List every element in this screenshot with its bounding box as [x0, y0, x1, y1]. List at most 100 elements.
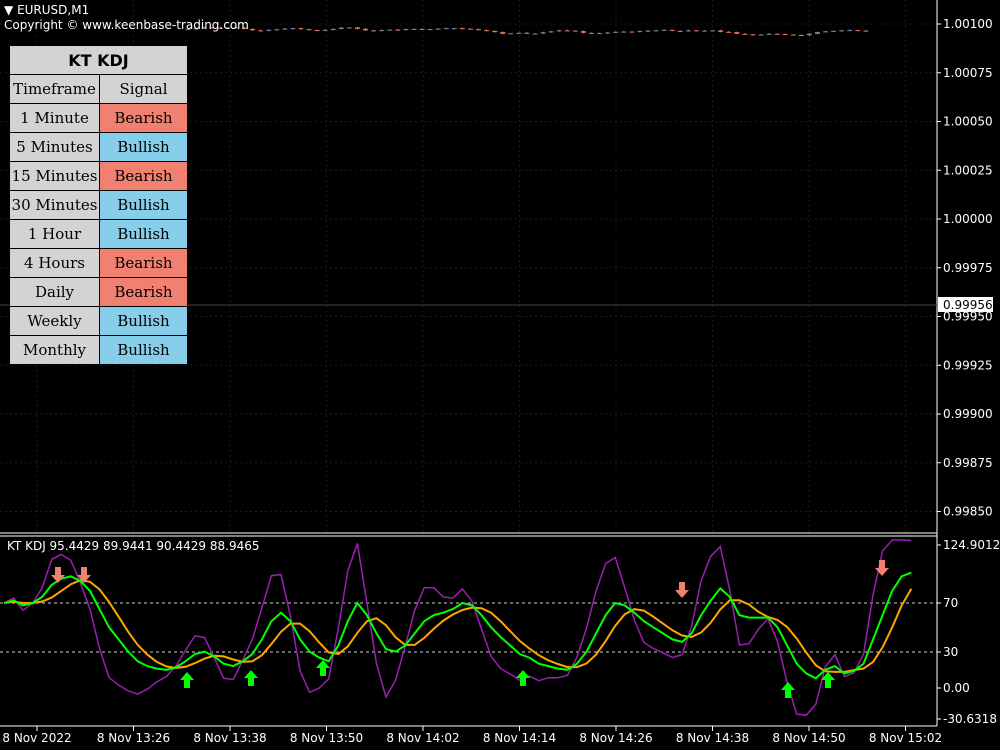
timeframe-cell: 1 Hour [9, 219, 100, 249]
candle-body [282, 28, 288, 30]
current-price-label: 0.99956 [943, 298, 993, 312]
chevron-down-icon[interactable]: ▼ [4, 3, 13, 17]
symbol-title[interactable]: ▼ EURUSD,M1 [4, 3, 89, 17]
candle-body [798, 35, 804, 37]
candle-body [427, 29, 433, 31]
candle-body [298, 28, 304, 30]
candle-body [685, 30, 691, 32]
candle-body [484, 30, 490, 32]
candle-body [330, 28, 336, 30]
candle-body [290, 28, 296, 30]
price-tick-label: 1.00075 [943, 66, 993, 80]
candle-body [524, 32, 530, 34]
candle-body [823, 31, 829, 33]
candle-body [637, 31, 643, 33]
candle-body [629, 31, 635, 33]
signal-cell: Bullish [99, 306, 188, 336]
candle-body [500, 32, 506, 34]
candle-body [661, 29, 667, 31]
candle-body [742, 33, 748, 35]
candle-body [758, 34, 764, 36]
table-row: 5 Minutes Bullish [9, 132, 188, 162]
table-row: Monthly Bullish [9, 335, 188, 365]
candle-body [572, 30, 578, 32]
price-tick-label: 1.00000 [943, 212, 993, 226]
price-tick-label: 1.00100 [943, 17, 993, 31]
candle-body [476, 29, 482, 31]
symbol-label: EURUSD,M1 [17, 3, 90, 17]
time-tick-label: 8 Nov 14:26 [579, 731, 652, 745]
candle-body [508, 33, 514, 35]
timeframe-cell: 30 Minutes [9, 190, 100, 220]
price-tick-label: 0.99975 [943, 261, 993, 275]
candle-body [459, 28, 465, 30]
candle-body [322, 29, 328, 31]
candle-body [831, 30, 837, 32]
candle-body [419, 28, 425, 30]
price-tick-label: 1.00025 [943, 163, 993, 177]
time-tick-label: 8 Nov 13:38 [193, 731, 266, 745]
candle-body [411, 28, 417, 30]
candle-body [492, 30, 498, 33]
time-tick-label: 8 Nov 14:14 [483, 731, 556, 745]
candle-body [645, 30, 651, 32]
candle-body [346, 27, 352, 29]
candle-body [451, 28, 457, 30]
indicator-label: KT KDJ 95.4429 89.9441 90.4429 88.9465 [7, 539, 259, 553]
candle-body [548, 31, 554, 33]
table-row: Weekly Bullish [9, 306, 188, 336]
signal-cell: Bullish [99, 219, 188, 249]
timeframe-cell: Weekly [9, 306, 100, 336]
candle-body [274, 29, 280, 31]
candle-body [766, 33, 772, 35]
candle-body [306, 29, 312, 31]
price-tick-label: 0.99900 [943, 407, 993, 421]
candle-body [395, 29, 401, 31]
table-row: Daily Bearish [9, 277, 188, 307]
candle-body [250, 28, 256, 31]
candle-body [532, 33, 538, 35]
candle-body [653, 30, 659, 32]
time-tick-label: 8 Nov 15:02 [869, 731, 942, 745]
indicator-tick-label: 0.00 [943, 681, 970, 695]
signal-cell: Bearish [99, 161, 188, 191]
candle-body [726, 31, 732, 33]
candle-body [258, 30, 264, 32]
signal-cell: Bullish [99, 190, 188, 220]
candle-body [556, 30, 562, 32]
time-tick-label: 8 Nov 13:50 [290, 731, 363, 745]
candle-body [701, 30, 707, 32]
candle-body [710, 30, 716, 32]
candle-body [863, 30, 869, 32]
indicator-tick-label: 124.9012 [943, 538, 1000, 552]
timeframe-cell: 5 Minutes [9, 132, 100, 162]
signal-cell: Bearish [99, 277, 188, 307]
candle-body [443, 28, 449, 30]
table-row: 30 Minutes Bullish [9, 190, 188, 220]
candle-body [847, 30, 853, 32]
candle-body [564, 30, 570, 32]
candle-body [379, 30, 385, 32]
timeframe-cell: Monthly [9, 335, 100, 365]
time-tick-label: 8 Nov 14:50 [772, 731, 845, 745]
table-row: 1 Minute Bearish [9, 103, 188, 133]
time-tick-label: 8 Nov 14:38 [676, 731, 749, 745]
price-tick-label: 1.00050 [943, 115, 993, 129]
candle-body [839, 30, 845, 32]
candle-body [669, 29, 675, 31]
table-row: 1 Hour Bullish [9, 219, 188, 249]
candle-body [467, 28, 473, 30]
candle-body [855, 30, 861, 32]
timeframe-cell: Daily [9, 277, 100, 307]
table-row: 15 Minutes Bearish [9, 161, 188, 191]
signal-cell: Bearish [99, 103, 188, 133]
signal-cell: Bullish [99, 335, 188, 365]
signal-cell: Bearish [99, 248, 188, 278]
candle-body [774, 33, 780, 35]
candle-body [597, 33, 603, 35]
candle-body [403, 29, 409, 31]
price-tick-label: 0.99850 [943, 505, 993, 519]
candle-body [266, 29, 272, 31]
candle-body [371, 30, 377, 32]
time-tick-label: 8 Nov 2022 [2, 731, 71, 745]
